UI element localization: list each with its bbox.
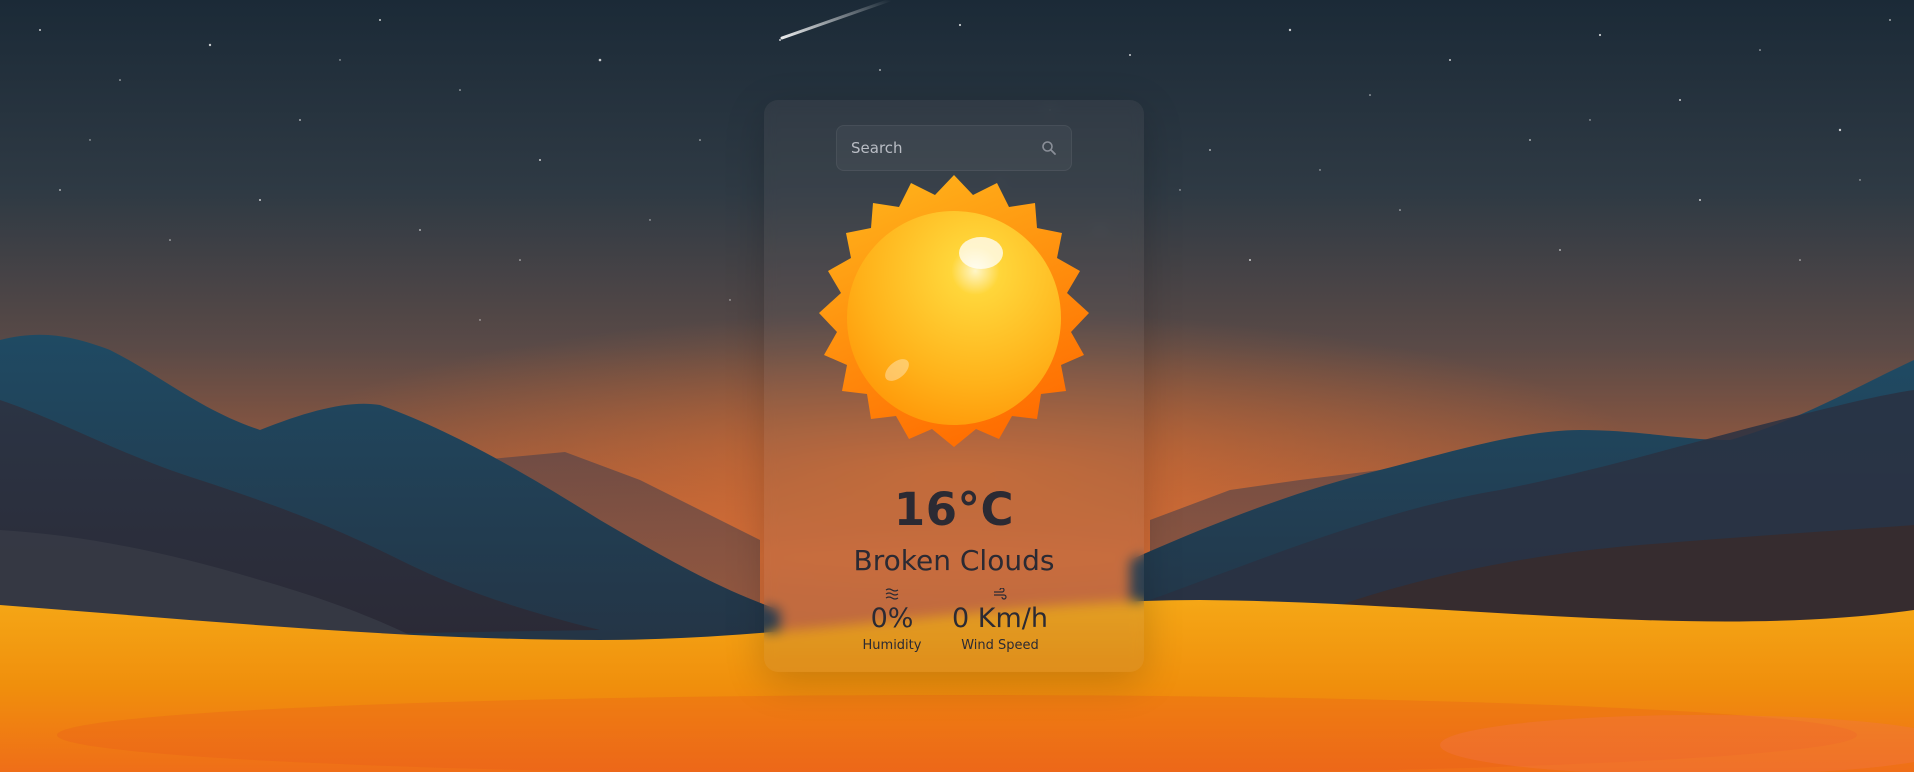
- wind-label: Wind Speed: [961, 638, 1039, 653]
- weather-card: 16°C Broken Clouds 0% Humidity 0 Km/h Wi…: [764, 100, 1144, 672]
- weather-condition: Broken Clouds: [853, 544, 1055, 577]
- wind-stat: 0 Km/h Wind Speed: [950, 588, 1050, 653]
- humidity-value: 0%: [870, 603, 914, 634]
- humidity-stat: 0% Humidity: [862, 588, 922, 653]
- humidity-icon: [885, 588, 899, 600]
- search-icon[interactable]: [1041, 140, 1057, 156]
- humidity-label: Humidity: [862, 638, 922, 653]
- temperature: 16°C: [893, 483, 1015, 536]
- weather-app: 16°C Broken Clouds 0% Humidity 0 Km/h Wi…: [0, 0, 1914, 772]
- wind-icon: [994, 588, 1007, 600]
- wind-value: 0 Km/h: [952, 603, 1048, 634]
- sun-icon: [819, 175, 1089, 447]
- search-input[interactable]: [851, 126, 1031, 170]
- search-bar[interactable]: [836, 125, 1072, 171]
